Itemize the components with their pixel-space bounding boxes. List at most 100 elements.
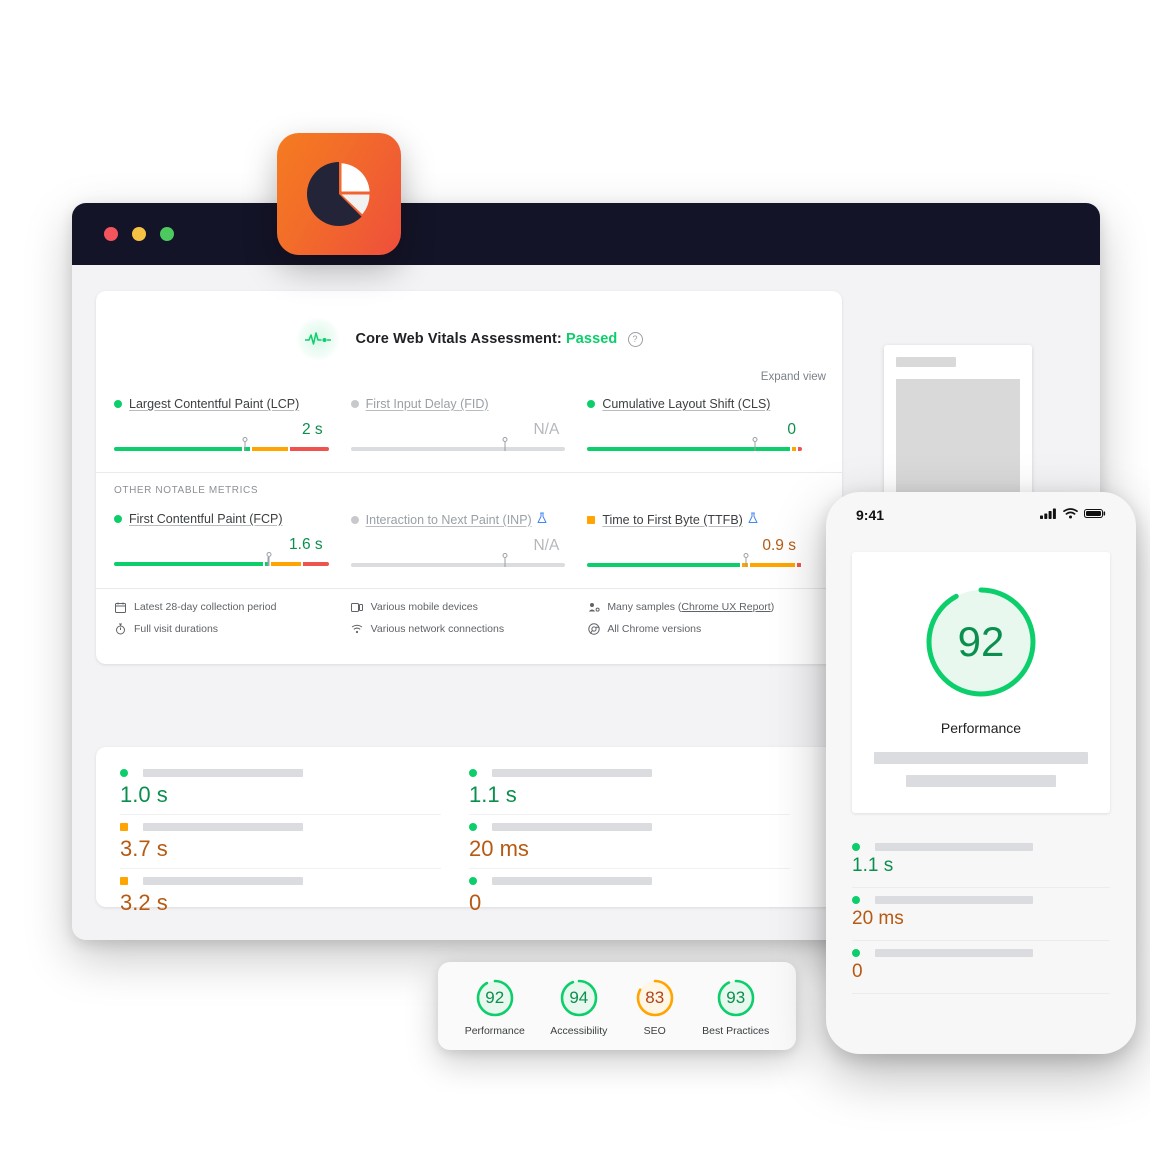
metric-fcp-gauge <box>114 552 329 569</box>
metric-ttfb-gauge <box>587 553 802 570</box>
lab-metric-value: 3.2 s <box>120 890 168 915</box>
metric-fcp: First Contentful Paint (FCP) 1.6 s <box>114 512 351 570</box>
stopwatch-icon <box>114 623 127 635</box>
gauge-marker <box>266 552 272 566</box>
lab-metric-row: 0 <box>469 868 790 922</box>
score-best-practices[interactable]: 93 Best Practices <box>702 976 769 1037</box>
metric-inp-label: Interaction to Next Paint (INP) <box>350 512 566 527</box>
metric-ttfb: Time to First Byte (TTFB) 0.9 s <box>587 512 824 570</box>
minimize-window-button[interactable] <box>132 227 146 241</box>
score-performance[interactable]: 92 Performance <box>465 976 525 1037</box>
lab-metric-head <box>120 823 441 831</box>
status-bullet-none <box>350 400 359 408</box>
gauge-track <box>587 447 802 451</box>
status-bar-indicators <box>1040 506 1106 524</box>
gauge-track <box>350 563 566 567</box>
phone-metric-row: 0 <box>852 941 1110 994</box>
core-web-vitals-card: Core Web Vitals Assessment: Passed ? Exp… <box>96 291 842 664</box>
performance-gauge: 92 <box>917 578 1045 706</box>
metric-name-placeholder <box>492 823 652 831</box>
lab-metric-head <box>469 823 790 831</box>
metric-lcp-label: Largest Contentful Paint (LCP) <box>114 397 329 411</box>
experimental-flask-icon <box>748 512 758 527</box>
close-window-button[interactable] <box>104 227 118 241</box>
metric-cls-gauge <box>587 437 802 454</box>
cellular-signal-icon <box>1040 506 1057 524</box>
score-gauge-ring: 83 <box>633 976 677 1020</box>
phone-metric-head <box>852 949 1110 957</box>
metric-fcp-label: First Contentful Paint (FCP) <box>114 512 329 526</box>
metric-cls-label: Cumulative Layout Shift (CLS) <box>587 397 802 411</box>
gauge-marker <box>752 437 758 451</box>
score-accessibility[interactable]: 94 Accessibility <box>550 976 607 1037</box>
help-circle-icon[interactable]: ? <box>627 332 643 347</box>
metric-ttfb-label: Time to First Byte (TTFB) <box>587 512 802 527</box>
meta-text: Various network connections <box>370 623 505 635</box>
score-value: 94 <box>569 987 589 1007</box>
phone-status-bar: 9:41 <box>826 492 1136 538</box>
mobile-device-icon <box>351 602 364 613</box>
meta-text: Various mobile devices <box>370 601 478 613</box>
status-bullet-good <box>852 843 860 851</box>
score-seo[interactable]: 83 SEO <box>633 976 677 1037</box>
meta-item: All Chrome versions <box>587 623 824 635</box>
expand-view-link[interactable]: Expand view <box>96 361 842 383</box>
chrome-ux-report-link[interactable]: Chrome UX Report <box>681 601 770 613</box>
lab-metric-value: 20 ms <box>469 836 529 861</box>
gauge-track <box>114 562 329 566</box>
metric-name-placeholder <box>492 769 652 777</box>
metric-fid-name[interactable]: First Input Delay (FID) <box>366 397 489 411</box>
performance-score-value: 92 <box>957 618 1005 665</box>
pie-chart-logo <box>277 133 401 255</box>
metric-fcp-name[interactable]: First Contentful Paint (FCP) <box>129 512 283 526</box>
status-bullet-good <box>587 400 596 408</box>
gauge-marker <box>242 437 248 451</box>
metric-name-placeholder <box>143 769 303 777</box>
gauge-marker <box>743 553 749 567</box>
metric-inp-value: N/A <box>533 537 560 554</box>
lab-metric-value: 1.1 s <box>469 782 517 807</box>
meta-column-devices: Various mobile devices Various network c… <box>351 601 588 645</box>
score-gauge-ring: 94 <box>557 976 601 1020</box>
pie-chart-glyph <box>307 162 370 226</box>
phone-metric-row: 20 ms <box>852 888 1110 941</box>
status-bullet-average <box>120 823 128 831</box>
score-value: 93 <box>726 987 746 1007</box>
cwv-footer-meta: Latest 28-day collection period Full vis… <box>96 588 842 645</box>
status-bullet-average <box>587 515 596 524</box>
status-bullet-good <box>120 769 128 777</box>
screenshot-stage: Core Web Vitals Assessment: Passed ? Exp… <box>0 0 1150 1150</box>
score-label: Best Practices <box>702 1024 770 1037</box>
score-label: Performance <box>464 1024 525 1037</box>
metric-ttfb-name[interactable]: Time to First Byte (TTFB) <box>602 513 743 527</box>
metric-inp: Interaction to Next Paint (INP) N/A <box>350 512 588 570</box>
meta-item: Various network connections <box>351 623 588 635</box>
phone-metric-head <box>852 843 1110 851</box>
battery-icon <box>1084 506 1106 524</box>
metric-cls-name[interactable]: Cumulative Layout Shift (CLS) <box>602 397 770 411</box>
lab-metric-value: 0 <box>469 890 482 915</box>
lab-metric-value: 3.7 s <box>120 836 168 861</box>
metric-fid-value: N/A <box>533 421 560 438</box>
gauge-marker <box>502 437 508 451</box>
metric-name-placeholder <box>875 949 1033 957</box>
lab-metric-head <box>469 769 790 777</box>
metric-cls: Cumulative Layout Shift (CLS) 0 <box>587 397 824 454</box>
meta-text: Full visit durations <box>134 623 219 635</box>
status-bullet-good <box>852 896 860 904</box>
meta-item: Full visit durations <box>114 623 351 635</box>
phone-metric-row: 1.1 s <box>852 835 1110 888</box>
metric-name-placeholder <box>875 896 1033 904</box>
browser-title-bar <box>72 203 1100 265</box>
lighthouse-score-bar: 92 Performance 94 Accessibility 83 SEO 9… <box>438 962 796 1050</box>
score-value: 83 <box>645 987 665 1007</box>
metric-inp-name[interactable]: Interaction to Next Paint (INP) <box>366 513 532 527</box>
metric-lcp-name[interactable]: Largest Contentful Paint (LCP) <box>129 397 299 411</box>
cwv-title-text: Core Web Vitals Assessment: <box>355 331 562 347</box>
maximize-window-button[interactable] <box>160 227 174 241</box>
cwv-header: Core Web Vitals Assessment: Passed ? <box>96 291 842 361</box>
metric-fcp-value: 1.6 s <box>289 536 323 553</box>
status-bullet-good <box>469 877 477 885</box>
status-bullet-good <box>852 949 860 957</box>
meta-text-suffix: ) <box>770 601 775 613</box>
